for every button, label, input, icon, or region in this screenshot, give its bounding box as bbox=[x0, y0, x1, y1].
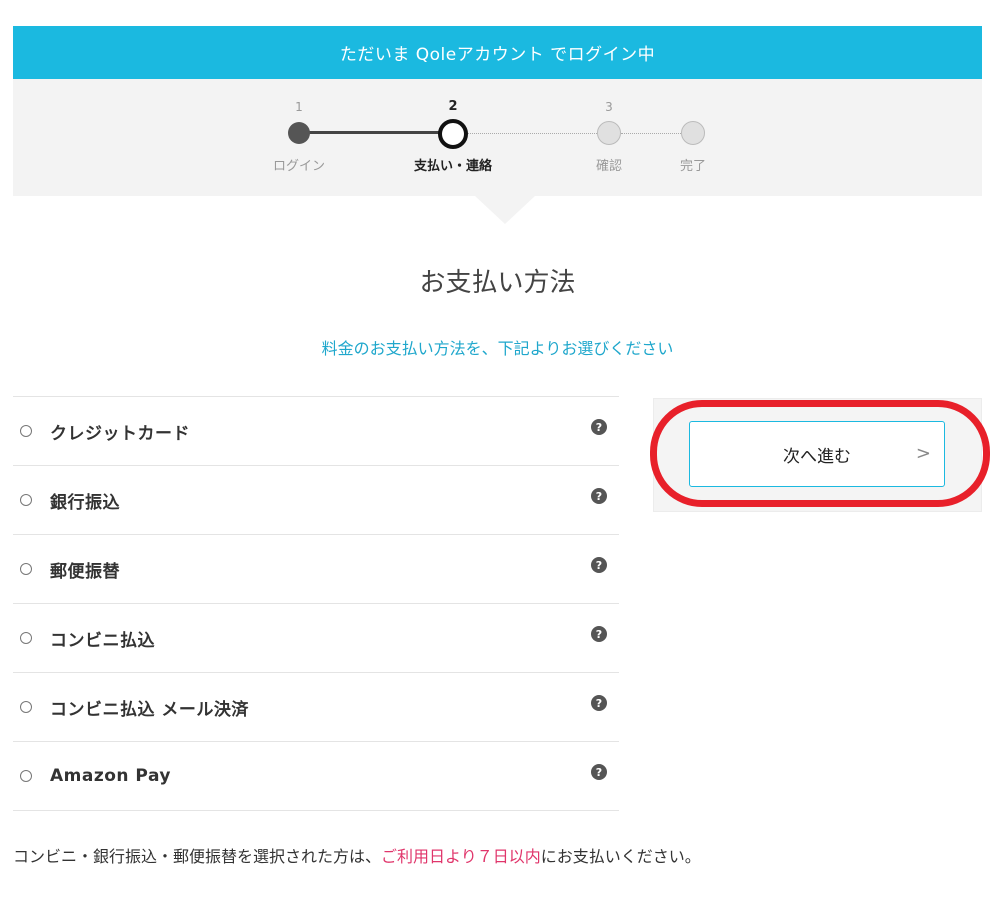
radio-button[interactable] bbox=[20, 563, 32, 575]
note-text-end: にお支払いください。 bbox=[540, 847, 701, 866]
step-4-marker bbox=[681, 121, 705, 145]
payment-option-label: 銀行振込 bbox=[50, 492, 120, 513]
payment-option-postal-transfer[interactable]: 郵便振替 ? bbox=[13, 535, 619, 604]
question-circle-icon[interactable]: ? bbox=[591, 695, 607, 711]
progress-steps bbox=[13, 79, 982, 196]
radio-button[interactable] bbox=[20, 632, 32, 644]
login-status-banner: ただいま Qoleアカウント でログイン中 bbox=[13, 26, 982, 79]
step-connector-upcoming bbox=[466, 133, 597, 134]
payment-method-list: クレジットカード ? 銀行振込 ? 郵便振替 ? コンビニ払込 ? コンビニ払込… bbox=[13, 396, 619, 811]
question-circle-icon[interactable]: ? bbox=[591, 419, 607, 435]
step-2-number: 2 bbox=[448, 99, 458, 114]
question-circle-icon[interactable]: ? bbox=[591, 764, 607, 780]
payment-option-label: Amazon Pay bbox=[50, 766, 171, 786]
radio-button[interactable] bbox=[20, 494, 32, 506]
payment-option-label: 郵便振替 bbox=[50, 561, 120, 582]
step-1-marker bbox=[288, 122, 310, 144]
step-1-number: 1 bbox=[295, 100, 303, 114]
step-3-label: 確認 bbox=[595, 159, 623, 174]
step-connector-upcoming bbox=[621, 133, 681, 134]
payment-option-amazon-pay[interactable]: Amazon Pay ? bbox=[13, 742, 619, 811]
step-connector-completed bbox=[299, 131, 452, 134]
note-emphasis: ご利用日より７日以内 bbox=[381, 847, 541, 866]
note-text: コンビニ・銀行振込・郵便振替を選択された方は、 bbox=[13, 847, 382, 866]
payment-option-label: コンビニ払込 bbox=[50, 630, 155, 651]
next-button[interactable]: 次へ進む > bbox=[689, 421, 945, 487]
payment-option-convenience-store-email[interactable]: コンビニ払込 メール決済 ? bbox=[13, 673, 619, 742]
question-circle-icon[interactable]: ? bbox=[591, 488, 607, 504]
payment-option-bank-transfer[interactable]: 銀行振込 ? bbox=[13, 466, 619, 535]
question-circle-icon[interactable]: ? bbox=[591, 626, 607, 642]
step-3-marker bbox=[597, 121, 621, 145]
step-4-label: 完了 bbox=[679, 159, 707, 174]
radio-button[interactable] bbox=[20, 701, 32, 713]
payment-option-convenience-store[interactable]: コンビニ払込 ? bbox=[13, 604, 619, 673]
page-subtitle: 料金のお支払い方法を、下記よりお選びください bbox=[321, 339, 674, 358]
step-2-marker bbox=[438, 119, 468, 149]
question-circle-icon[interactable]: ? bbox=[591, 557, 607, 573]
step-3-number: 3 bbox=[605, 100, 613, 114]
payment-option-label: コンビニ払込 メール決済 bbox=[50, 699, 249, 720]
radio-button[interactable] bbox=[20, 770, 32, 782]
progress-pointer bbox=[475, 196, 535, 224]
step-2-label: 支払い・連絡 bbox=[413, 159, 493, 174]
payment-option-label: クレジットカード bbox=[50, 423, 190, 444]
payment-deadline-note: コンビニ・銀行振込・郵便振替を選択された方は、ご利用日より７日以内にお支払いくだ… bbox=[13, 843, 701, 867]
step-1-label: ログイン bbox=[272, 159, 326, 174]
payment-option-credit-card[interactable]: クレジットカード ? bbox=[13, 397, 619, 466]
page-title: お支払い方法 bbox=[419, 268, 576, 298]
radio-button[interactable] bbox=[20, 425, 32, 437]
next-button-label: 次へ進む bbox=[783, 446, 851, 467]
chevron-right-icon: > bbox=[915, 443, 931, 464]
